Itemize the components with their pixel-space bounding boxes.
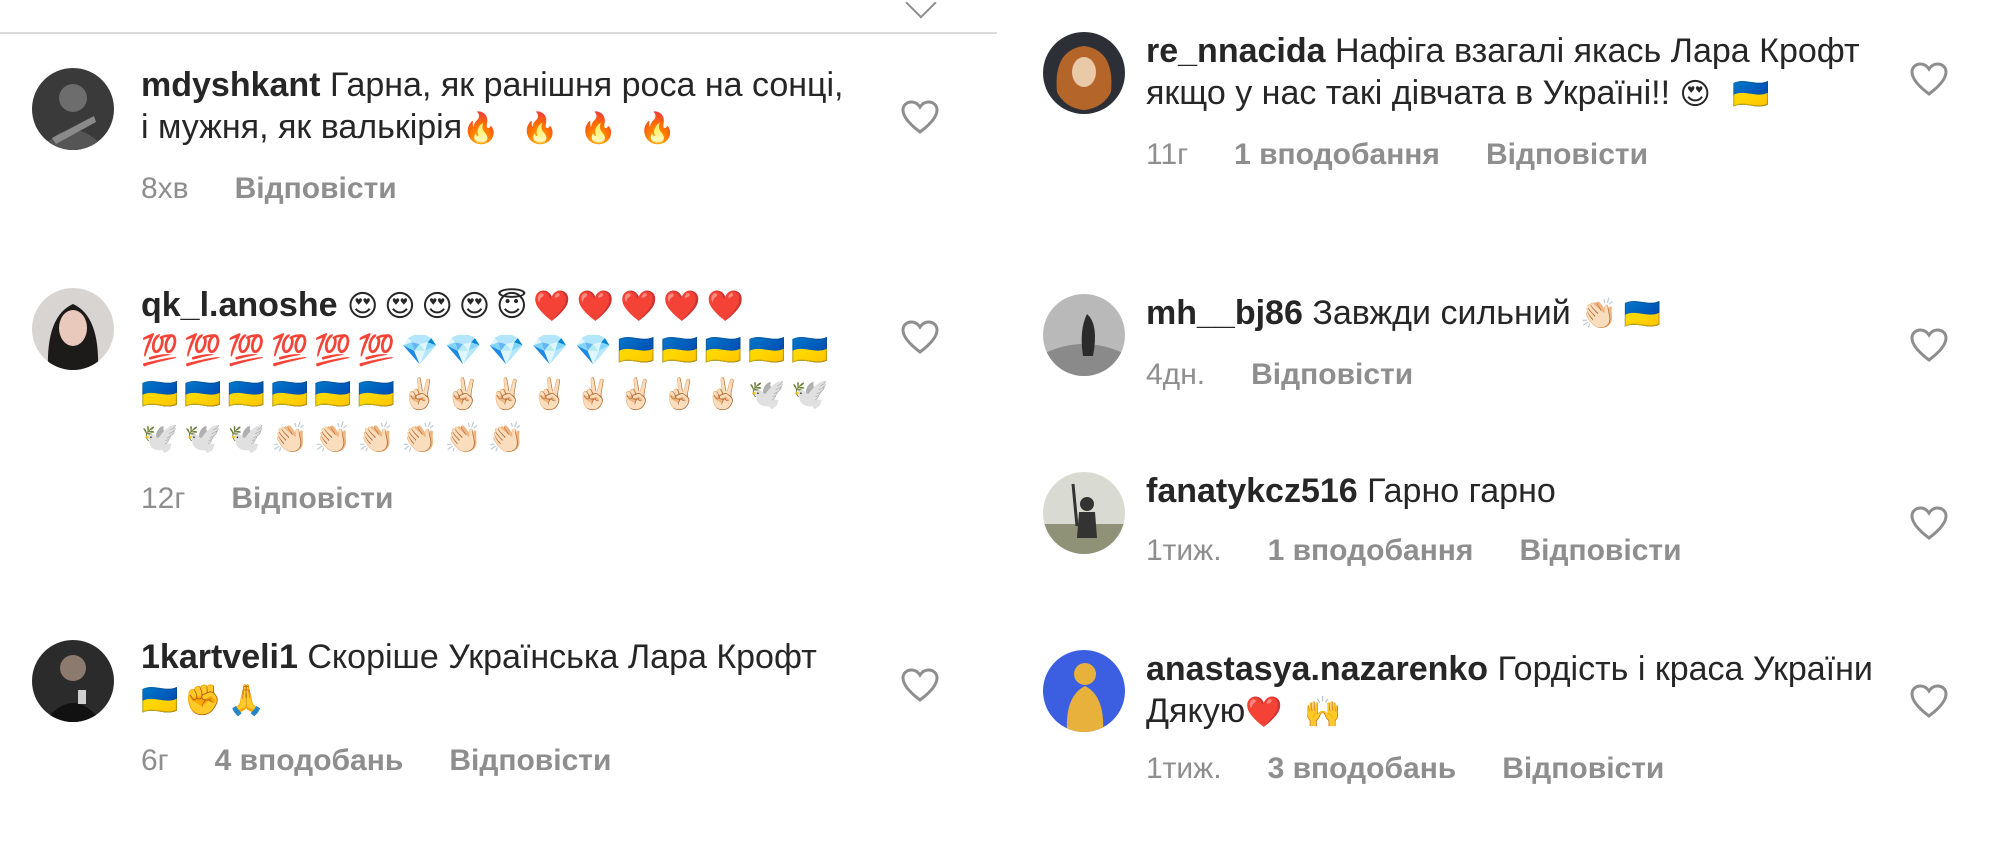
- avatar[interactable]: [1043, 32, 1125, 114]
- like-button[interactable]: [900, 666, 940, 706]
- comment-body: qk_l.anoshe 😍😍😍😍😇❤️❤️❤️❤️❤️💯💯💯💯💯💯💎💎💎💎💎🇺🇦…: [141, 284, 851, 516]
- comment-username[interactable]: anastasya.nazarenko: [1146, 650, 1488, 688]
- comment-emoji: 🔥 🔥 🔥 🔥: [462, 111, 683, 146]
- avatar-icon: [1043, 32, 1125, 114]
- reply-button[interactable]: Відповісти: [1251, 358, 1413, 392]
- comment-username[interactable]: re_nnacida: [1146, 32, 1326, 70]
- comment-content: mh__bj86 Завжди сильний 👏🏻🇺🇦: [1146, 292, 1886, 336]
- comment-content: anastasya.nazarenko Гордість і краса Укр…: [1146, 648, 1886, 690]
- comment-item: 1kartveli1 Скоріше Українська Лара Крофт…: [0, 636, 997, 796]
- top-divider: [0, 0, 997, 34]
- likes-count[interactable]: 1 вподобання: [1268, 534, 1474, 568]
- likes-count[interactable]: 4 вподобань: [215, 744, 404, 778]
- comment-username[interactable]: fanatykcz516: [1146, 472, 1358, 510]
- comment-item: mdyshkant Гарна, як ранішня роса на сонц…: [0, 64, 997, 224]
- comment-meta: 6г 4 вподобань Відповісти: [141, 744, 851, 778]
- comments-panel-left: mdyshkant Гарна, як ранішня роса на сонц…: [0, 0, 997, 846]
- reply-button[interactable]: Відповісти: [231, 482, 393, 516]
- comment-body: 1kartveli1 Скоріше Українська Лара Крофт…: [141, 636, 851, 778]
- comment-meta: 4дн. Відповісти: [1146, 358, 1886, 392]
- comment-text-line2: Дякую: [1146, 692, 1246, 730]
- comment-time: 6г: [141, 744, 169, 777]
- like-button[interactable]: [1909, 504, 1949, 544]
- comment-text: Гарно гарно: [1367, 472, 1556, 510]
- avatar[interactable]: [32, 288, 114, 370]
- comment-body: re_nnacida Нафіга взагалі якась Лара Кро…: [1146, 30, 1886, 172]
- comment-item: re_nnacida Нафіга взагалі якась Лара Кро…: [1003, 30, 2000, 220]
- avatar[interactable]: [32, 68, 114, 150]
- comment-item: mh__bj86 Завжди сильний 👏🏻🇺🇦 4дн. Відпов…: [1003, 292, 2000, 402]
- heart-outline-icon: [901, 668, 939, 702]
- comment-time: 11г: [1146, 138, 1189, 171]
- comment-content: re_nnacida Нафіга взагалі якась Лара Кро…: [1146, 30, 1886, 116]
- comment-time: 1тиж.: [1146, 534, 1222, 567]
- like-button[interactable]: [1909, 682, 1949, 722]
- heart-outline-icon: [1910, 506, 1948, 540]
- comment-meta: 12г Відповісти: [141, 482, 851, 516]
- comment-body: anastasya.nazarenko Гордість і краса Укр…: [1146, 648, 1886, 786]
- avatar-icon: [32, 640, 114, 722]
- heart-outline-icon: [1910, 62, 1948, 96]
- comment-text: Гордість і краса України: [1497, 650, 1873, 688]
- avatar-icon: [1043, 294, 1125, 376]
- comment-meta: 8хв Відповісти: [141, 172, 851, 206]
- comment-time: 12г: [141, 482, 186, 515]
- heart-outline-icon: [1910, 328, 1948, 362]
- comment-emoji: 👏🏻🇺🇦: [1580, 297, 1667, 332]
- comment-item: fanatykcz516 Гарно гарно 1тиж. 1 вподоба…: [1003, 470, 2000, 580]
- comment-body: mdyshkant Гарна, як ранішня роса на сонц…: [141, 64, 851, 206]
- reply-button[interactable]: Відповісти: [1486, 138, 1648, 172]
- avatar-icon: [32, 68, 114, 150]
- comment-username[interactable]: 1kartveli1: [141, 638, 298, 676]
- comment-emoji: ❤️ 🙌: [1245, 695, 1348, 730]
- avatar[interactable]: [32, 640, 114, 722]
- avatar[interactable]: [1043, 472, 1125, 554]
- avatar-icon: [1043, 650, 1125, 732]
- comment-username[interactable]: qk_l.anoshe: [141, 286, 338, 324]
- comments-panel-right: re_nnacida Нафіга взагалі якась Лара Кро…: [1003, 0, 2000, 846]
- like-button[interactable]: [900, 318, 940, 358]
- comment-meta: 1тиж. 1 вподобання Відповісти: [1146, 534, 1886, 568]
- avatar[interactable]: [1043, 294, 1125, 376]
- comment-content: mdyshkant Гарна, як ранішня роса на сонц…: [141, 64, 851, 150]
- reply-button[interactable]: Відповісти: [449, 744, 611, 778]
- comment-username[interactable]: mh__bj86: [1146, 294, 1303, 332]
- comment-emoji: 😍 🇺🇦: [1679, 77, 1776, 112]
- likes-count[interactable]: 1 вподобання: [1234, 138, 1440, 172]
- comment-time: 1тиж.: [1146, 752, 1222, 785]
- heart-outline-icon: [901, 320, 939, 354]
- comment-content: qk_l.anoshe 😍😍😍😍😇❤️❤️❤️❤️❤️💯💯💯💯💯💯💎💎💎💎💎🇺🇦…: [141, 284, 851, 460]
- likes-count[interactable]: 3 вподобань: [1268, 752, 1457, 786]
- comment-time: 8хв: [141, 172, 189, 205]
- heart-outline-icon: [1910, 684, 1948, 718]
- reply-button[interactable]: Відповісти: [235, 172, 397, 206]
- reply-button[interactable]: Відповісти: [1519, 534, 1681, 568]
- like-button[interactable]: [1909, 326, 1949, 366]
- like-button[interactable]: [1909, 60, 1949, 100]
- comment-text: Завжди сильний: [1312, 294, 1571, 332]
- comment-meta: 1тиж. 3 вподобань Відповісти: [1146, 752, 1886, 786]
- comment-username[interactable]: mdyshkant: [141, 66, 321, 104]
- comment-text: Скоріше Українська Лара Крофт: [307, 638, 817, 676]
- avatar-icon: [1043, 472, 1125, 554]
- comment-content: 1kartveli1 Скоріше Українська Лара Крофт…: [141, 636, 851, 722]
- comment-content-line2: Дякую❤️ 🙌: [1146, 690, 1886, 734]
- comment-item: anastasya.nazarenko Гордість і краса Укр…: [1003, 648, 2000, 846]
- reply-button[interactable]: Відповісти: [1502, 752, 1664, 786]
- comment-body: fanatykcz516 Гарно гарно 1тиж. 1 вподоба…: [1146, 470, 1886, 568]
- comment-body: mh__bj86 Завжди сильний 👏🏻🇺🇦 4дн. Відпов…: [1146, 292, 1886, 392]
- avatar[interactable]: [1043, 650, 1125, 732]
- comment-time: 4дн.: [1146, 358, 1206, 391]
- heart-outline-icon: [901, 100, 939, 134]
- comment-content: fanatykcz516 Гарно гарно: [1146, 470, 1886, 512]
- comment-emoji: 🇺🇦✊🙏: [141, 683, 272, 718]
- avatar-icon: [32, 288, 114, 370]
- comment-meta: 11г 1 вподобання Відповісти: [1146, 138, 1886, 172]
- comment-item: qk_l.anoshe 😍😍😍😍😇❤️❤️❤️❤️❤️💯💯💯💯💯💯💎💎💎💎💎🇺🇦…: [0, 284, 997, 574]
- like-button[interactable]: [900, 98, 940, 138]
